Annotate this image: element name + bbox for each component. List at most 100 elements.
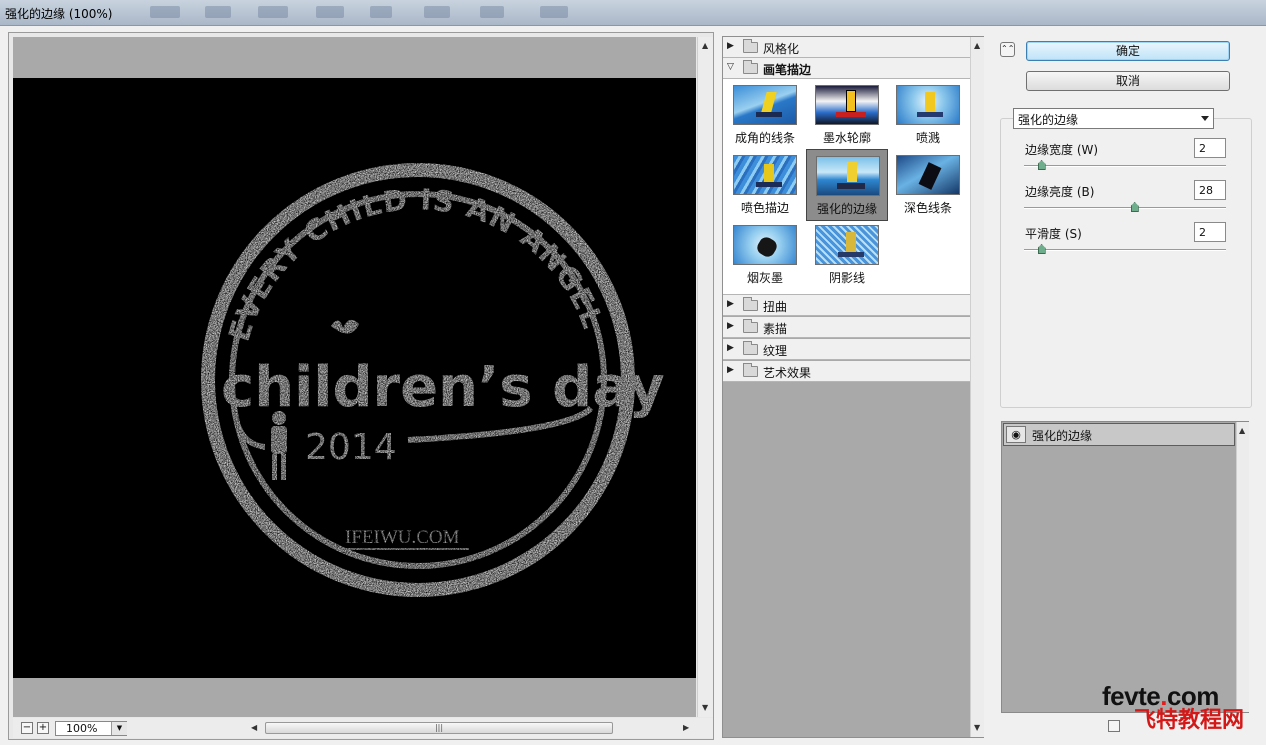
title-bar: 强化的边缘 (100%): [0, 0, 1266, 26]
category-brush-strokes[interactable]: ▽ 画笔描边: [723, 58, 970, 79]
filter-thumb-image: [896, 155, 960, 195]
chevron-down-icon[interactable]: ▼: [111, 722, 127, 735]
expand-triangle-icon[interactable]: ▶: [727, 343, 734, 353]
category-artistic[interactable]: ▶ 艺术效果: [723, 361, 970, 382]
filter-thumb-spatter[interactable]: 喷溅: [891, 81, 965, 149]
stamp-year: 2014: [305, 427, 397, 468]
folder-icon: [743, 363, 758, 377]
site-watermark: fevte.com 飞特教程网: [1102, 683, 1262, 733]
category-label: 画笔描边: [763, 63, 812, 77]
category-label: 风格化: [763, 42, 800, 56]
filter-thumb-image: [733, 155, 797, 195]
filter-thumb-ink-outlines[interactable]: 墨水轮廓: [810, 81, 884, 149]
zoom-out-button[interactable]: −: [21, 722, 33, 734]
filter-thumb-label: 强化的边缘: [816, 202, 877, 216]
edge-brightness-label: 边缘亮度 (B): [1025, 185, 1095, 199]
layers-scrollbar[interactable]: ▲: [1236, 422, 1249, 712]
edge-brightness-slider[interactable]: [1024, 202, 1226, 212]
edge-width-slider[interactable]: [1024, 160, 1226, 170]
stamp-site: IFEIWU.COM: [345, 527, 460, 548]
blurred-menu: [480, 6, 504, 18]
filter-thumb-sumi-e[interactable]: 烟灰墨: [728, 221, 802, 289]
preview-footer: − + 100% ▼ ◀ ||| ▶: [13, 718, 713, 738]
collapse-triangle-icon[interactable]: ▽: [727, 62, 734, 72]
filter-thumb-angled-strokes[interactable]: 成角的线条: [728, 81, 802, 149]
stamp-arc-text: EVERY CHILD IS AN ANGEL: [222, 182, 610, 345]
blurred-menu: [150, 6, 180, 18]
preview-image[interactable]: EVERY CHILD IS AN ANGEL children’s day 2…: [13, 78, 696, 678]
category-stylize[interactable]: ▶ 风格化: [723, 37, 970, 58]
folder-icon: [743, 39, 758, 53]
expand-triangle-icon[interactable]: ▶: [727, 365, 734, 375]
category-sketch[interactable]: ▶ 素描: [723, 317, 970, 338]
filter-thumb-dark-strokes[interactable]: 深色线条: [891, 151, 965, 219]
filter-thumb-image: [896, 85, 960, 125]
category-label: 素描: [763, 322, 788, 336]
blurred-menu: [424, 6, 450, 18]
filter-thumb-image: [815, 225, 879, 265]
edge-width-label: 边缘宽度 (W): [1025, 143, 1099, 157]
smoothness-input[interactable]: 2: [1194, 222, 1226, 242]
filter-thumb-crosshatch[interactable]: 阴影线: [810, 221, 884, 289]
blurred-menu: [205, 6, 231, 18]
filter-thumb-sprayed-strokes[interactable]: 喷色描边: [728, 151, 802, 219]
scroll-down-icon[interactable]: ▼: [974, 723, 980, 732]
filter-thumb-image: [816, 156, 880, 196]
preview-horizontal-scrollbar[interactable]: ◀ ||| ▶: [249, 720, 693, 736]
filter-thumb-label: 阴影线: [828, 271, 865, 285]
edge-brightness-input[interactable]: 28: [1194, 180, 1226, 200]
scroll-up-icon[interactable]: ▲: [974, 41, 980, 50]
blurred-menu: [316, 6, 344, 18]
filter-thumb-label: 烟灰墨: [746, 271, 783, 285]
folder-icon: [743, 341, 758, 355]
watermark-logo: fevte.com: [1102, 681, 1219, 711]
thumbnail-grid: 成角的线条 墨水轮廓 喷溅 喷色描边 强化的边缘 深色线条 烟灰墨 阴影线: [723, 79, 970, 295]
filter-thumb-accented-edges[interactable]: 强化的边缘: [806, 149, 888, 221]
watermark-name: 飞特教程网: [1134, 708, 1245, 733]
filter-thumb-label: 深色线条: [903, 201, 952, 215]
collapse-gallery-icon[interactable]: ⌃⌃: [1000, 42, 1015, 57]
category-label: 纹理: [763, 344, 788, 358]
scroll-right-icon[interactable]: ▶: [683, 723, 689, 732]
gallery-scrollbar[interactable]: ▲ ▼: [970, 37, 984, 737]
blurred-menu: [370, 6, 392, 18]
blurred-menu: [258, 6, 288, 18]
smoothness-slider[interactable]: [1024, 244, 1226, 254]
expand-triangle-icon[interactable]: ▶: [727, 321, 734, 331]
chevron-down-icon[interactable]: [1201, 116, 1209, 121]
eye-icon[interactable]: ◉: [1006, 426, 1026, 443]
edge-width-input[interactable]: 2: [1194, 138, 1226, 158]
filter-gallery: ▶ 风格化 ▽ 画笔描边 成角的线条 墨水轮廓 喷溅 喷色描边 强化的边缘 深色…: [722, 36, 984, 738]
category-label: 艺术效果: [763, 366, 812, 380]
scroll-down-icon[interactable]: ▼: [702, 703, 708, 712]
scroll-up-icon[interactable]: ▲: [1239, 426, 1245, 435]
filter-thumb-label: 墨水轮廓: [822, 131, 871, 145]
cancel-button[interactable]: 取消: [1026, 71, 1230, 91]
filter-thumb-image: [815, 85, 879, 125]
scroll-up-icon[interactable]: ▲: [702, 41, 708, 50]
stamp-artwork: EVERY CHILD IS AN ANGEL children’s day 2…: [201, 163, 665, 597]
filter-thumb-image: [733, 225, 797, 265]
category-label: 扭曲: [763, 300, 788, 314]
smoothness-label: 平滑度 (S): [1025, 227, 1082, 241]
folder-icon: [743, 297, 758, 311]
effect-layer-name: 强化的边缘: [1032, 429, 1093, 443]
category-distort[interactable]: ▶ 扭曲: [723, 295, 970, 316]
preview-vertical-scrollbar[interactable]: ▲ ▼: [697, 37, 713, 717]
category-texture[interactable]: ▶ 纹理: [723, 339, 970, 360]
zoom-in-button[interactable]: +: [37, 722, 49, 734]
filter-thumb-label: 成角的线条: [734, 131, 795, 145]
expand-triangle-icon[interactable]: ▶: [727, 41, 734, 51]
filter-thumb-image: [733, 85, 797, 125]
filter-settings-panel: [1000, 118, 1252, 408]
effect-layer-row[interactable]: ◉ 强化的边缘: [1003, 423, 1235, 446]
folder-icon: [743, 319, 758, 333]
scroll-left-icon[interactable]: ◀: [251, 723, 257, 732]
filter-thumb-label: 喷色描边: [740, 201, 789, 215]
filter-select-value: 强化的边缘: [1018, 113, 1079, 127]
window-title: 强化的边缘 (100%): [5, 7, 113, 21]
ok-button[interactable]: 确定: [1026, 41, 1230, 61]
expand-triangle-icon[interactable]: ▶: [727, 299, 734, 309]
horizontal-scroll-thumb[interactable]: |||: [265, 722, 613, 734]
filter-select[interactable]: 强化的边缘: [1013, 108, 1214, 129]
